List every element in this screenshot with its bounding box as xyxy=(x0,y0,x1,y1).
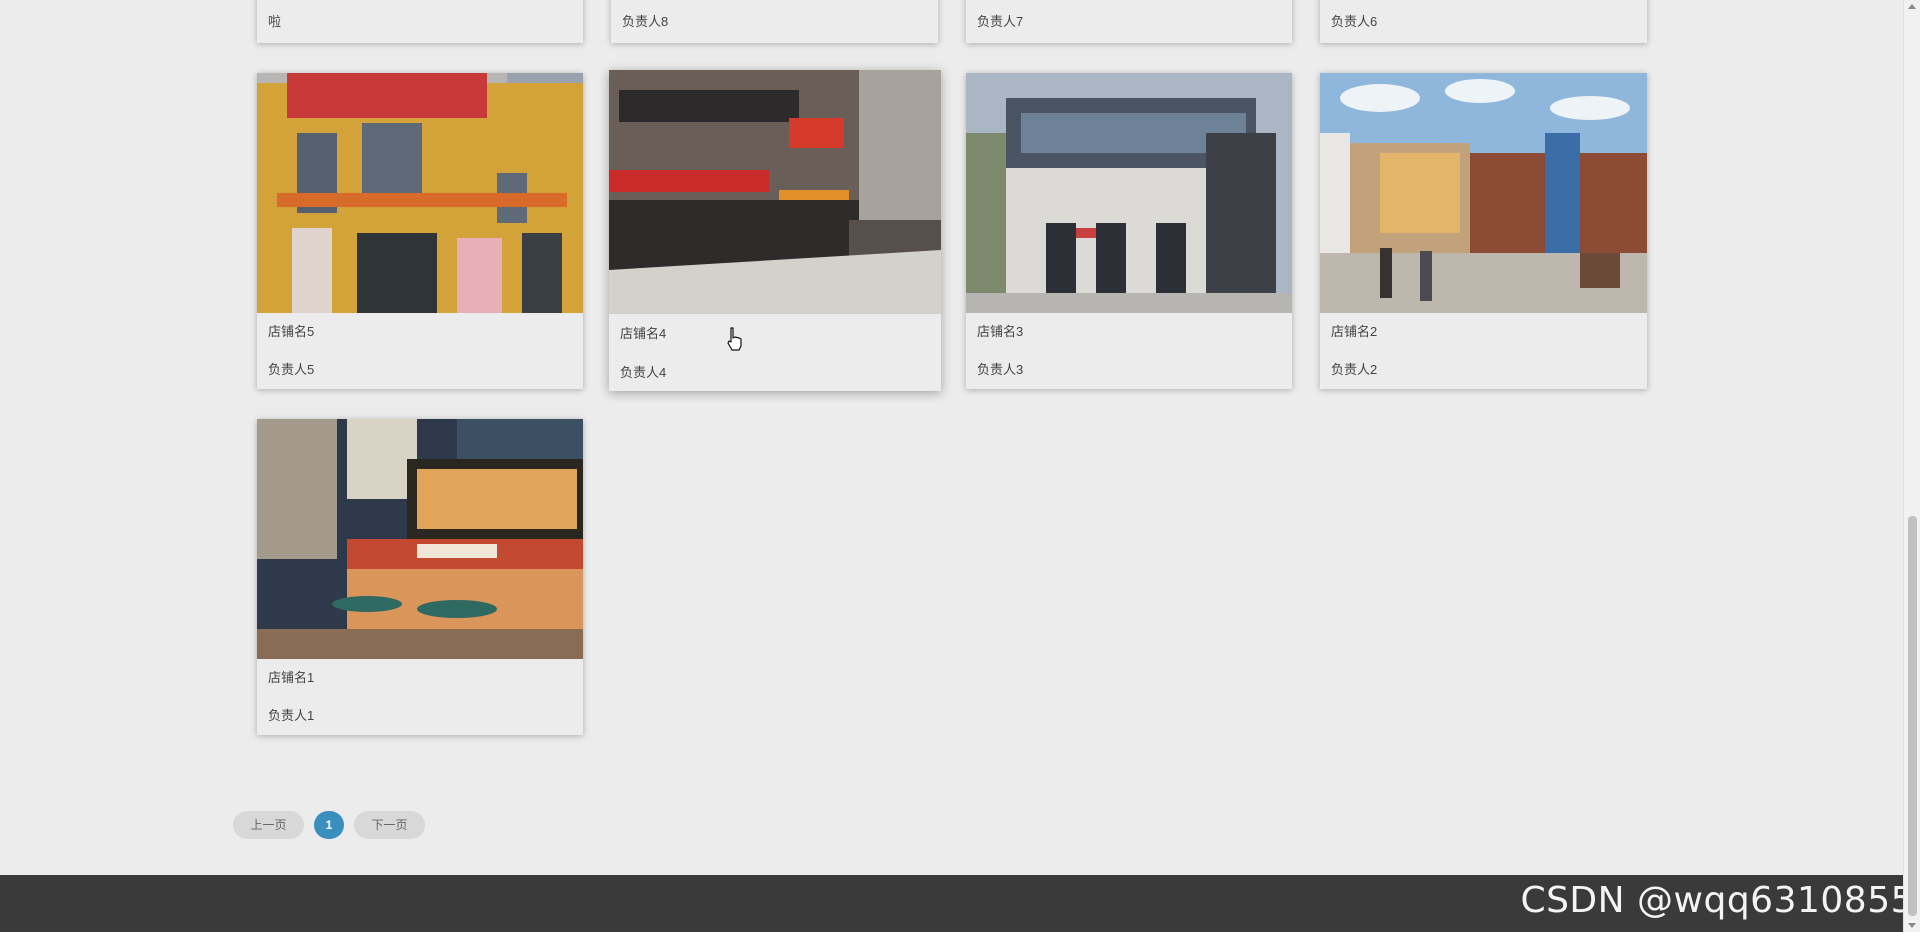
shop-card[interactable]: 负责人7 xyxy=(966,0,1292,43)
shop-card-2[interactable]: 店铺名2 负责人2 xyxy=(1320,73,1647,389)
shop-owner: 负责人7 xyxy=(977,14,1024,29)
scroll-up-icon[interactable] xyxy=(1908,4,1916,9)
csdn-watermark: CSDN @wqq6310855 xyxy=(1520,880,1914,921)
prev-page-button[interactable]: 上一页 xyxy=(233,811,304,839)
shop-name: 店铺名5 xyxy=(268,324,315,339)
shop-owner: 负责人2 xyxy=(1331,362,1378,377)
shop-name: 店铺名1 xyxy=(268,670,315,685)
vertical-scrollbar[interactable] xyxy=(1903,0,1920,932)
shop-card[interactable]: 负责人6 xyxy=(1320,0,1647,43)
shop-owner: 负责人4 xyxy=(620,365,667,380)
hand-cursor-icon xyxy=(727,327,742,351)
shop-name: 店铺名2 xyxy=(1331,324,1378,339)
shop-name: 店铺名3 xyxy=(977,324,1024,339)
shop-card-3[interactable]: 店铺名3 负责人3 xyxy=(966,73,1292,389)
plaza-rendering-photo[interactable] xyxy=(1320,73,1647,313)
shop-owner: 负责人6 xyxy=(1331,14,1378,29)
shop-card-5[interactable]: 店铺名5 负责人5 xyxy=(257,73,583,389)
street-shops-photo[interactable] xyxy=(609,70,941,314)
yellow-storefront-photo[interactable] xyxy=(257,73,583,313)
next-page-button[interactable]: 下一页 xyxy=(354,811,425,839)
shop-owner: 负责人1 xyxy=(268,708,315,723)
shop-owner: 啦 xyxy=(268,14,282,29)
shop-name: 店铺名4 xyxy=(620,326,667,341)
night-mall-photo[interactable] xyxy=(257,419,583,659)
shop-list-page: 啦 负责人8 负责人7 负责人6 店铺名5 负责人5 店铺名4 负责人4 店铺名… xyxy=(0,0,1920,932)
scroll-down-icon[interactable] xyxy=(1908,923,1916,928)
shop-card[interactable]: 负责人8 xyxy=(611,0,938,43)
shop-owner: 负责人3 xyxy=(977,362,1024,377)
modern-building-photo[interactable] xyxy=(966,73,1292,313)
shop-owner: 负责人8 xyxy=(622,14,669,29)
scroll-thumb[interactable] xyxy=(1908,516,1917,916)
shop-card-1[interactable]: 店铺名1 负责人1 xyxy=(257,419,583,735)
shop-owner: 负责人5 xyxy=(268,362,315,377)
page-1-button[interactable]: 1 xyxy=(314,811,344,839)
shop-card-4[interactable]: 店铺名4 负责人4 xyxy=(609,70,941,391)
shop-card[interactable]: 啦 xyxy=(257,0,583,43)
